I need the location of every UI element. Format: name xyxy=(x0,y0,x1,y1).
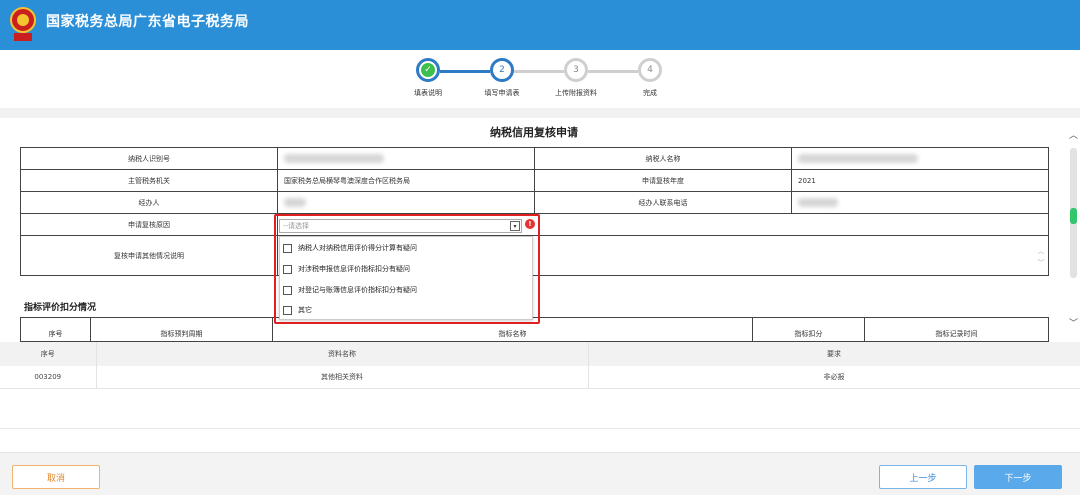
redacted-value xyxy=(284,154,384,163)
file-requirement: 非必报 xyxy=(588,366,1080,389)
review-year-value: 2021 xyxy=(791,169,1049,192)
step-4-circle: 4 xyxy=(638,58,662,82)
redacted-value xyxy=(284,198,306,207)
table-row: 主管税务机关 国家税务总局横琴粤澳深度合作区税务局 申请复核年度 2021 xyxy=(20,169,1049,192)
col-header: 序号 xyxy=(0,342,97,366)
col-header: 指标预判周期 xyxy=(90,317,273,342)
cancel-button[interactable]: 取消 xyxy=(12,465,100,489)
step-3-circle: 3 xyxy=(564,58,588,82)
step-4: 4 完成 xyxy=(620,58,680,98)
check-icon: ✓ xyxy=(424,65,432,75)
step-3: 3 上传附报资料 xyxy=(546,58,606,98)
scrollbar-thumb[interactable] xyxy=(1070,148,1077,278)
step-2-circle: 2 xyxy=(490,58,514,82)
table-header-row: 序号 资料名称 要求 xyxy=(0,342,1080,366)
col-header: 要求 xyxy=(588,342,1080,366)
table-row[interactable]: 003209 其他相关资料 非必报 xyxy=(0,366,1080,389)
progress-stepper: ✓ 填表说明 2 填写申请表 3 上传附报资料 4 完成 xyxy=(0,50,1080,108)
table-row: 经办人 经办人联系电话 xyxy=(20,191,1049,214)
agent-phone-value xyxy=(791,191,1049,214)
taxpayer-name-value xyxy=(791,147,1049,170)
reason-label: 申请复核原因 xyxy=(20,213,278,236)
file-no: 003209 xyxy=(0,366,97,389)
agent-label: 经办人 xyxy=(20,191,278,214)
form-title: 纳税信用复核申请 xyxy=(490,126,578,139)
other-info-label: 复核申请其他情况说明 xyxy=(20,235,278,276)
divider xyxy=(0,428,1080,429)
prev-step-button[interactable]: 上一步 xyxy=(879,465,967,489)
footer-bar: 取消 上一步 下一步 xyxy=(0,452,1080,495)
highlight-box xyxy=(274,214,540,324)
taxpayer-id-value xyxy=(277,147,535,170)
app-title: 国家税务总局广东省电子税务局 xyxy=(46,14,249,30)
textarea-scrollbar[interactable]: ︿ ﹀ xyxy=(1036,245,1046,271)
taxpayer-id-label: 纳税人识别号 xyxy=(20,147,278,170)
step-2: 2 填写申请表 xyxy=(472,58,532,98)
tax-authority-label: 主管税务机关 xyxy=(20,169,278,192)
agent-phone-label: 经办人联系电话 xyxy=(534,191,792,214)
step-4-label: 完成 xyxy=(643,89,657,97)
divider-band xyxy=(0,108,1080,118)
index-section-title: 指标评价扣分情况 xyxy=(24,303,97,313)
col-header: 指标扣分 xyxy=(752,317,865,342)
redacted-value xyxy=(798,198,838,207)
step-2-label: 填写申请表 xyxy=(484,89,520,97)
app-header: 国家税务总局广东省电子税务局 xyxy=(0,0,1080,50)
page-scrollbar[interactable]: ︿ ﹀ xyxy=(1068,118,1080,342)
step-1: ✓ 填表说明 xyxy=(398,58,458,98)
col-header: 序号 xyxy=(20,317,91,342)
taxpayer-name-label: 纳税人名称 xyxy=(534,147,792,170)
step-1-label: 填表说明 xyxy=(414,89,442,97)
redacted-value xyxy=(798,154,918,163)
agent-value xyxy=(277,191,535,214)
tax-emblem-icon xyxy=(10,7,36,41)
chevron-up-icon[interactable]: ︿ xyxy=(1069,128,1078,141)
col-header: 资料名称 xyxy=(96,342,589,366)
attachments-table: 序号 资料名称 要求 003209 其他相关资料 非必报 xyxy=(0,342,1080,389)
tax-authority-value: 国家税务总局横琴粤澳深度合作区税务局 xyxy=(277,169,535,192)
table-row: 纳税人识别号 纳税人名称 xyxy=(20,147,1049,170)
file-name: 其他相关资料 xyxy=(96,366,589,389)
step-1-circle: ✓ xyxy=(416,58,440,82)
chevron-down-icon[interactable]: ﹀ xyxy=(1069,316,1078,329)
review-year-label: 申请复核年度 xyxy=(534,169,792,192)
step-3-label: 上传附报资料 xyxy=(555,89,597,97)
attachments-section: 序号 资料名称 要求 003209 其他相关资料 非必报 xyxy=(0,342,1080,452)
next-step-button[interactable]: 下一步 xyxy=(974,465,1062,489)
col-header: 指标记录时间 xyxy=(864,317,1049,342)
